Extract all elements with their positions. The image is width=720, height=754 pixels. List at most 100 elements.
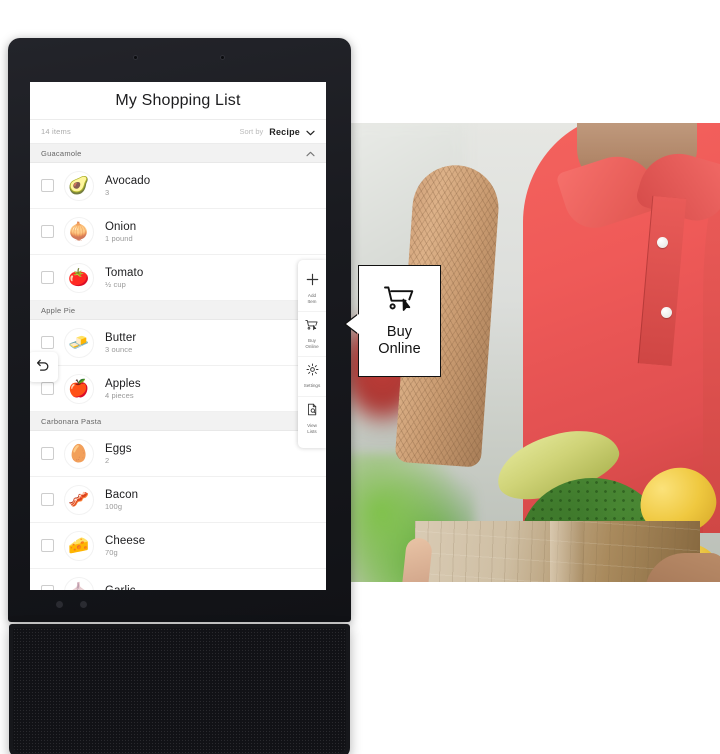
callout-label: Buy Online — [378, 324, 421, 358]
side-action-label-line2: Item — [307, 298, 317, 304]
device-speaker-grille — [9, 624, 350, 754]
sort-value: Recipe — [269, 126, 300, 137]
item-text: Eggs 2 — [105, 443, 132, 465]
photo-shirt-button — [661, 307, 672, 318]
camera-sensor-icon — [133, 55, 138, 60]
item-checkbox[interactable] — [41, 179, 54, 192]
side-action-settings[interactable]: Settings — [298, 356, 326, 396]
list-item[interactable]: 🧈 Butter 3 ounce — [30, 320, 326, 366]
sort-control[interactable]: Sort by Recipe — [240, 123, 315, 141]
undo-icon — [36, 358, 50, 376]
item-quantity: 3 ounce — [105, 344, 133, 354]
item-name: Avocado — [105, 174, 151, 187]
item-text: Onion 1 pound — [105, 221, 136, 243]
item-quantity: 70g — [105, 547, 118, 557]
section-header-guacamole[interactable]: Guacamole — [30, 144, 326, 163]
item-text: Apples 4 pieces — [105, 378, 141, 400]
chevron-down-icon — [306, 123, 315, 141]
section-title: Guacamole — [41, 148, 82, 158]
item-text: Avocado 3 — [105, 175, 150, 197]
smart-display-device: My Shopping List 14 items Sort by Recipe — [8, 38, 351, 754]
item-text: Cheese 70g — [105, 535, 145, 557]
item-checkbox[interactable] — [41, 493, 54, 506]
item-quantity: ½ cup — [105, 279, 126, 289]
side-action-label-line2: Online — [305, 343, 319, 349]
item-text: Garlic — [105, 585, 136, 590]
item-checkbox[interactable] — [41, 336, 54, 349]
plus-icon — [306, 273, 319, 291]
item-checkbox[interactable] — [41, 271, 54, 284]
item-quantity: 2 — [105, 455, 110, 465]
item-name: Garlic — [105, 585, 136, 590]
item-quantity: 3 — [105, 187, 110, 197]
item-name: Apples — [105, 377, 141, 390]
side-action-label-line2: Lists — [307, 428, 317, 434]
side-action-view-lists[interactable]: View Lists — [298, 395, 326, 441]
callout-pointer-tail — [346, 314, 359, 334]
callout-label-line1: Buy — [386, 323, 413, 340]
cart-cursor-icon — [383, 285, 417, 317]
page-title: My Shopping List — [30, 82, 326, 119]
nav-home-button[interactable] — [56, 601, 63, 608]
undo-button[interactable] — [30, 352, 58, 382]
item-checkbox[interactable] — [41, 539, 54, 552]
eggs-icon: 🥚 — [64, 438, 94, 469]
item-quantity: 1 pound — [105, 233, 133, 243]
section-header-apple-pie[interactable]: Apple Pie — [30, 301, 326, 320]
section-header-carbonara-pasta[interactable]: Carbonara Pasta — [30, 412, 326, 431]
callout-label-line2: Online — [378, 340, 421, 357]
section-title: Apple Pie — [41, 305, 76, 315]
list-item[interactable]: 🥚 Eggs 2 — [30, 431, 326, 477]
butter-icon: 🧈 — [64, 327, 94, 358]
cart-cursor-icon — [305, 318, 319, 336]
bacon-icon: 🥓 — [64, 484, 94, 515]
shopping-list: Guacamole 🥑 Avocado 3 🧅 Onion 1 pound 🍅 … — [30, 144, 326, 590]
side-action-add-item[interactable]: Add Item — [298, 267, 326, 311]
cheese-icon: 🧀 — [64, 530, 94, 561]
item-quantity: 4 pieces — [105, 390, 134, 400]
items-count: 14 items — [41, 127, 71, 136]
list-item[interactable]: 🍎 Apples 4 pieces — [30, 366, 326, 412]
avocado-icon: 🥑 — [64, 170, 94, 201]
camera-sensor-icon — [220, 55, 225, 60]
item-text: Butter 3 ounce — [105, 332, 136, 354]
side-action-label: View Lists — [307, 423, 317, 434]
chevron-up-icon[interactable] — [306, 144, 315, 162]
item-quantity: 100g — [105, 501, 123, 511]
screenshot-root: Buy Online My Shopping List 14 items Sor… — [0, 0, 720, 754]
photo-shirt-button — [657, 237, 668, 248]
item-name: Butter — [105, 331, 137, 344]
side-action-buy-online[interactable]: Buy Online — [298, 311, 326, 356]
list-item[interactable]: 🥓 Bacon 100g — [30, 477, 326, 523]
side-action-label: Add Item — [308, 293, 317, 304]
item-name: Bacon — [105, 488, 139, 501]
item-checkbox[interactable] — [41, 225, 54, 238]
item-text: Tomato ½ cup — [105, 267, 143, 289]
device-body: My Shopping List 14 items Sort by Recipe — [8, 38, 351, 622]
gear-icon — [306, 363, 319, 381]
item-checkbox[interactable] — [41, 585, 54, 590]
photo-bag-fold — [550, 521, 584, 582]
list-item[interactable]: 🧀 Cheese 70g — [30, 523, 326, 569]
item-text: Bacon 100g — [105, 489, 138, 511]
item-name: Onion — [105, 220, 137, 233]
item-name: Tomato — [105, 266, 144, 279]
side-action-label: Buy Online — [305, 338, 318, 349]
sort-label: Sort by — [239, 127, 264, 136]
garlic-icon: 🧄 — [64, 576, 94, 590]
tomato-icon: 🍅 — [64, 262, 94, 293]
item-checkbox[interactable] — [41, 447, 54, 460]
apple-icon: 🍎 — [64, 373, 94, 404]
onion-icon: 🧅 — [64, 216, 94, 247]
list-item[interactable]: 🧄 Garlic — [30, 569, 326, 590]
item-checkbox[interactable] — [41, 382, 54, 395]
device-screen: My Shopping List 14 items Sort by Recipe — [30, 82, 326, 590]
list-item[interactable]: 🧅 Onion 1 pound — [30, 209, 326, 255]
list-item[interactable]: 🥑 Avocado 3 — [30, 163, 326, 209]
item-name: Eggs — [105, 442, 132, 455]
list-item[interactable]: 🍅 Tomato ½ cup — [30, 255, 326, 301]
side-action-label: Settings — [303, 383, 321, 389]
buy-online-callout[interactable]: Buy Online — [346, 265, 441, 377]
side-action-label-line1: View — [307, 422, 317, 428]
nav-back-button[interactable] — [80, 601, 87, 608]
